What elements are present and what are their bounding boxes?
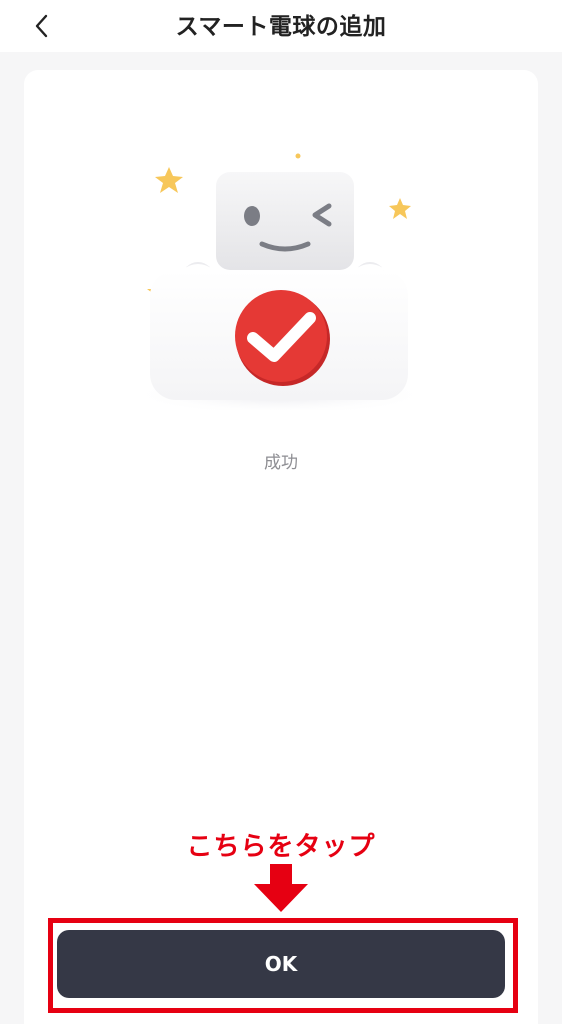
star-icon	[389, 198, 411, 219]
success-illustration	[130, 150, 430, 415]
ok-button[interactable]: OK	[57, 930, 505, 998]
header-bar: スマート電球の追加	[0, 0, 562, 52]
tap-here-annotation: こちらをタップ	[186, 832, 376, 862]
success-status-text: 成功	[264, 453, 298, 473]
star-icon	[155, 167, 183, 193]
arrow-down-icon	[254, 864, 308, 912]
success-robot-check-icon	[130, 153, 430, 415]
page-title: スマート電球の追加	[175, 14, 387, 40]
